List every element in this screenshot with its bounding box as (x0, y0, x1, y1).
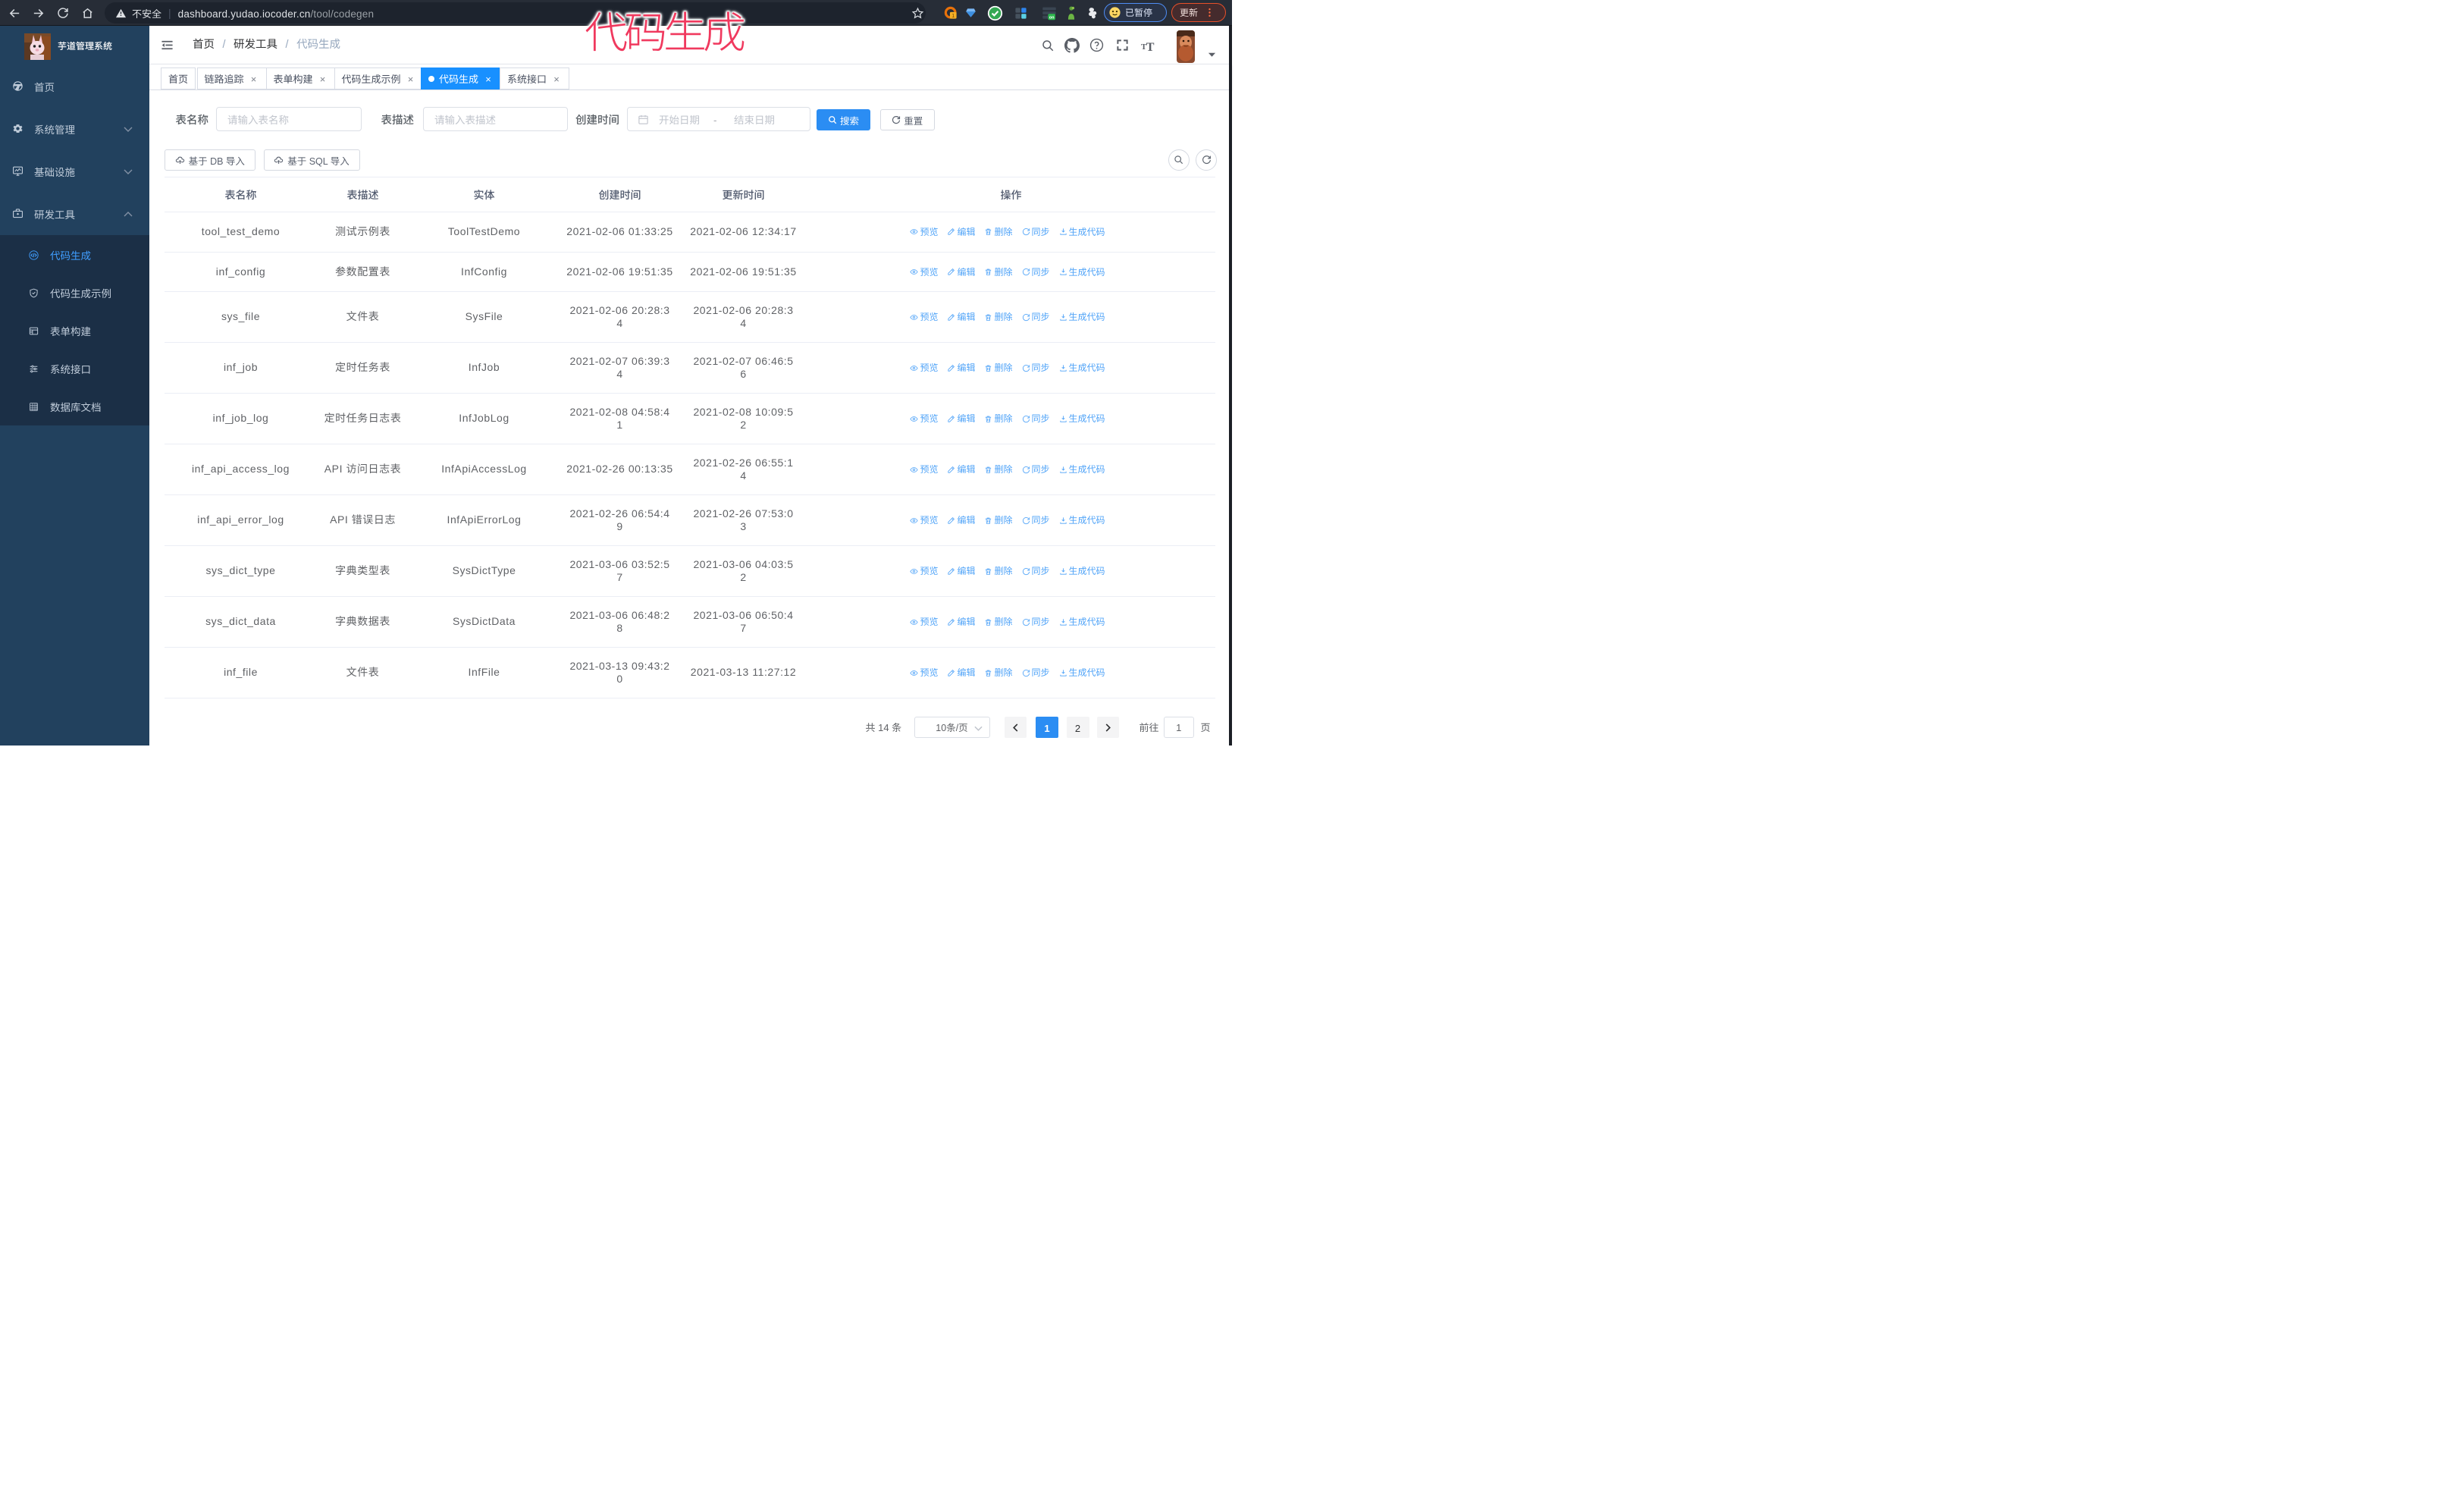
svg-text:1: 1 (951, 13, 955, 19)
svg-text:on: on (1049, 15, 1055, 20)
svg-text:T: T (1146, 40, 1155, 52)
